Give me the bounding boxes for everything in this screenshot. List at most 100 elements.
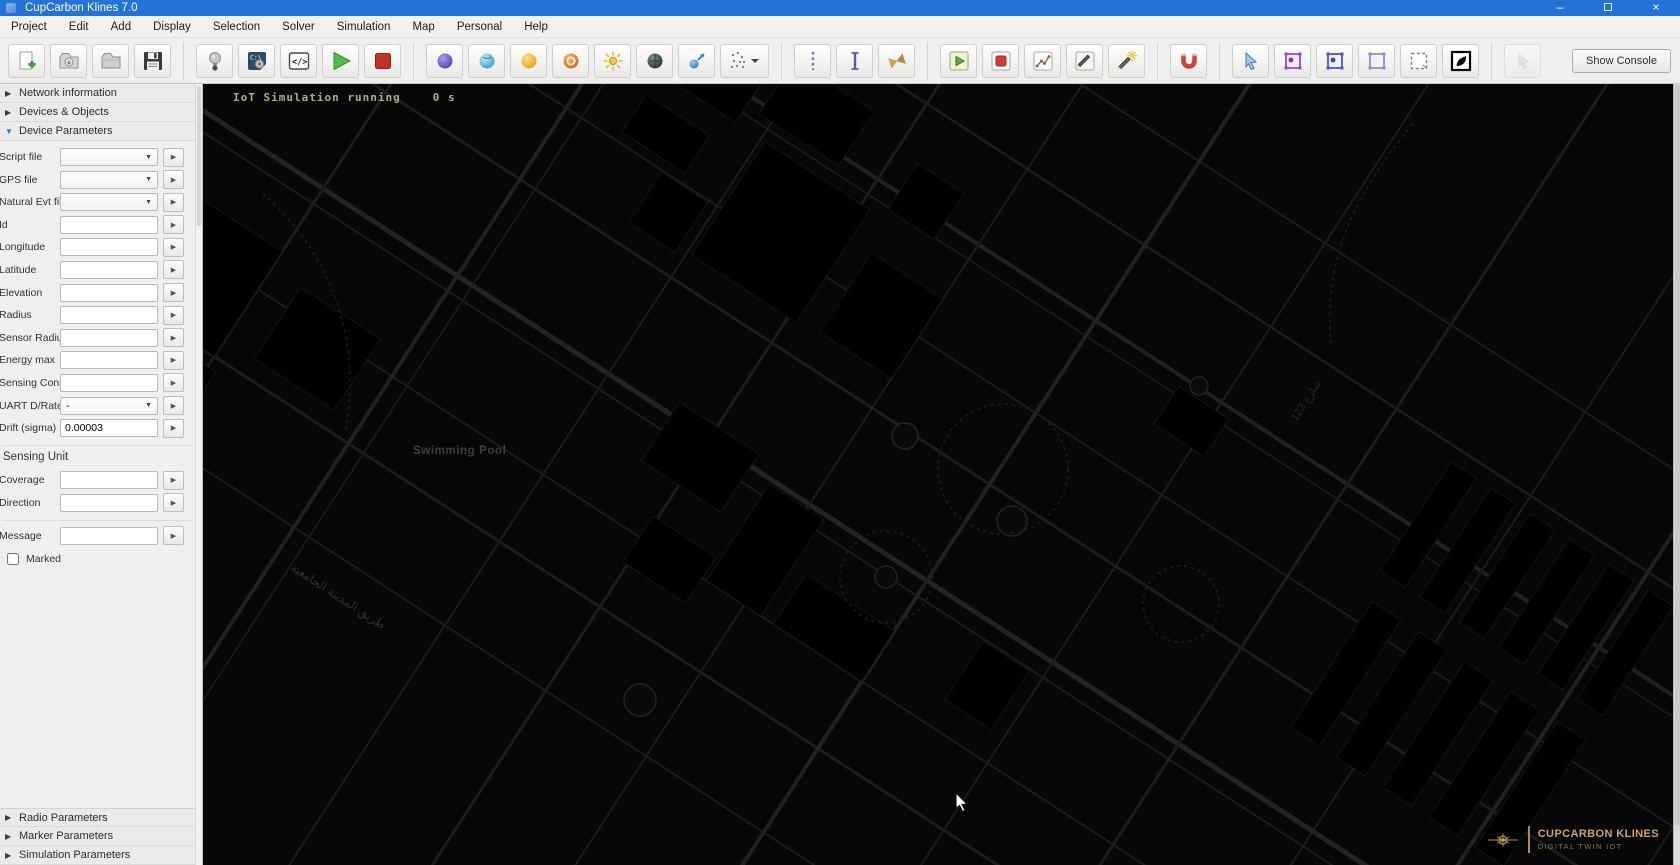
drift-sigma-input[interactable]	[60, 419, 158, 437]
scrollbar-thumb[interactable]	[197, 86, 201, 226]
open-folder-button[interactable]	[92, 44, 129, 78]
map-scrollbar[interactable]	[1673, 84, 1680, 865]
dotted-line-tool-button[interactable]	[794, 44, 831, 78]
marked-checkbox[interactable]	[7, 553, 19, 565]
script-file-select[interactable]: ▼	[60, 148, 158, 166]
drift-sigma-apply-button[interactable]: ▶	[163, 419, 184, 438]
sensor-radius-input[interactable]	[60, 329, 158, 347]
main-toolbar: C:\ </> Show Console	[0, 38, 1680, 84]
elevation-apply-button[interactable]: ▶	[163, 283, 184, 302]
device-parameters-panel: Script file ▼ ▶ GPS file ▼ ▶ Natural Evt…	[0, 141, 195, 565]
line-tool-button[interactable]	[836, 44, 873, 78]
natural-evt-apply-button[interactable]: ▶	[163, 193, 184, 212]
close-button[interactable]: ×	[1632, 0, 1680, 16]
section-devices-objects[interactable]: ▶Devices & Objects	[0, 103, 195, 122]
add-node-purple-button[interactable]	[426, 44, 463, 78]
add-node-cyan-button[interactable]	[468, 44, 505, 78]
menu-project[interactable]: Project	[0, 21, 58, 33]
toolbar-separator	[1491, 42, 1492, 80]
run-simulation-button[interactable]	[322, 44, 359, 78]
menu-solver[interactable]: Solver	[271, 21, 326, 33]
direction-apply-button[interactable]: ▶	[163, 493, 184, 512]
selection-box-button[interactable]	[1400, 44, 1437, 78]
scrollbar-thumb[interactable]	[1675, 85, 1680, 825]
open-project-button[interactable]	[50, 44, 87, 78]
frame-blue-icon	[1323, 49, 1347, 73]
add-node-yellow-button[interactable]	[510, 44, 547, 78]
chevron-right-icon: ▶	[5, 832, 13, 841]
select-cursor-button[interactable]	[1232, 44, 1269, 78]
id-input[interactable]	[60, 216, 158, 234]
frame-light-button[interactable]	[1358, 44, 1395, 78]
sensor-radius-apply-button[interactable]: ▶	[163, 328, 184, 347]
coverage-input[interactable]	[60, 471, 158, 489]
direction-input[interactable]	[60, 494, 158, 512]
menu-edit[interactable]: Edit	[58, 21, 100, 33]
field-longitude: Longitude ▶	[2, 237, 192, 257]
faded-tool-button[interactable]	[1504, 44, 1541, 78]
bowtie-tool-button[interactable]	[878, 44, 915, 78]
menu-add[interactable]: Add	[100, 21, 142, 33]
sidebar-scrollbar[interactable]	[195, 84, 203, 865]
new-project-button[interactable]	[8, 44, 45, 78]
run-script-button[interactable]	[940, 44, 977, 78]
section-marker-parameters[interactable]: ▶Marker Parameters	[0, 827, 195, 846]
latitude-input[interactable]	[60, 261, 158, 279]
edit-pencil-button[interactable]	[1066, 44, 1103, 78]
menu-personal[interactable]: Personal	[446, 21, 513, 33]
menu-selection[interactable]: Selection	[202, 21, 271, 33]
section-simulation-parameters[interactable]: ▶Simulation Parameters	[0, 846, 195, 865]
sensing-cons-input[interactable]	[60, 374, 158, 392]
id-apply-button[interactable]: ▶	[163, 215, 184, 234]
section-device-parameters[interactable]: ▼Device Parameters	[0, 122, 195, 141]
section-radio-parameters[interactable]: ▶Radio Parameters	[0, 808, 195, 827]
flag-tool-button[interactable]	[1442, 44, 1479, 78]
stop-script-button[interactable]	[982, 44, 1019, 78]
toolbar-separator	[1157, 42, 1158, 80]
gps-file-apply-button[interactable]: ▶	[163, 170, 184, 189]
message-input[interactable]	[60, 527, 158, 545]
plot-results-button[interactable]	[1024, 44, 1061, 78]
natural-evt-file-select[interactable]: ▼	[60, 193, 158, 211]
longitude-apply-button[interactable]: ▶	[163, 238, 184, 257]
message-apply-button[interactable]: ▶	[163, 526, 184, 545]
energy-max-apply-button[interactable]: ▶	[163, 351, 184, 370]
bulb-tool-button[interactable]	[196, 44, 233, 78]
section-network-information[interactable]: ▶Network information	[0, 84, 195, 103]
marker-arrow-icon	[685, 49, 709, 73]
gps-file-select[interactable]: ▼	[60, 171, 158, 189]
map-canvas[interactable]: IoT Simulation running0 s Swimming Pool …	[203, 84, 1673, 865]
script-console-button[interactable]: C:\	[238, 44, 275, 78]
magnet-tool-button[interactable]	[1170, 44, 1207, 78]
script-file-apply-button[interactable]: ▶	[163, 148, 184, 167]
add-sun-button[interactable]	[594, 44, 631, 78]
edit-pencil-sun-button[interactable]	[1108, 44, 1145, 78]
elevation-input[interactable]	[60, 284, 158, 302]
show-console-button[interactable]: Show Console	[1572, 49, 1671, 73]
longitude-input[interactable]	[60, 238, 158, 256]
add-marker-button[interactable]	[678, 44, 715, 78]
uart-rate-apply-button[interactable]: ▶	[163, 396, 184, 415]
add-node-orange-button[interactable]	[552, 44, 589, 78]
sensing-cons-apply-button[interactable]: ▶	[163, 373, 184, 392]
minimize-button[interactable]: –	[1536, 0, 1584, 16]
latitude-apply-button[interactable]: ▶	[163, 260, 184, 279]
energy-max-input[interactable]	[60, 351, 158, 369]
frame-purple-button[interactable]	[1274, 44, 1311, 78]
menu-simulation[interactable]: Simulation	[326, 21, 402, 33]
menu-display[interactable]: Display	[142, 21, 202, 33]
node-orange-icon	[559, 49, 583, 73]
coverage-apply-button[interactable]: ▶	[163, 471, 184, 490]
menu-help[interactable]: Help	[513, 21, 559, 33]
radius-input[interactable]	[60, 306, 158, 324]
stop-simulation-button[interactable]	[364, 44, 401, 78]
menu-map[interactable]: Map	[401, 21, 445, 33]
frame-blue-button[interactable]	[1316, 44, 1353, 78]
uart-rate-select[interactable]: -▼	[60, 397, 158, 415]
radius-apply-button[interactable]: ▶	[163, 306, 184, 325]
add-node-dark-button[interactable]	[636, 44, 673, 78]
maximize-button[interactable]	[1584, 0, 1632, 16]
random-nodes-button[interactable]	[720, 44, 769, 78]
code-editor-button[interactable]: </>	[280, 44, 317, 78]
save-project-button[interactable]	[134, 44, 171, 78]
